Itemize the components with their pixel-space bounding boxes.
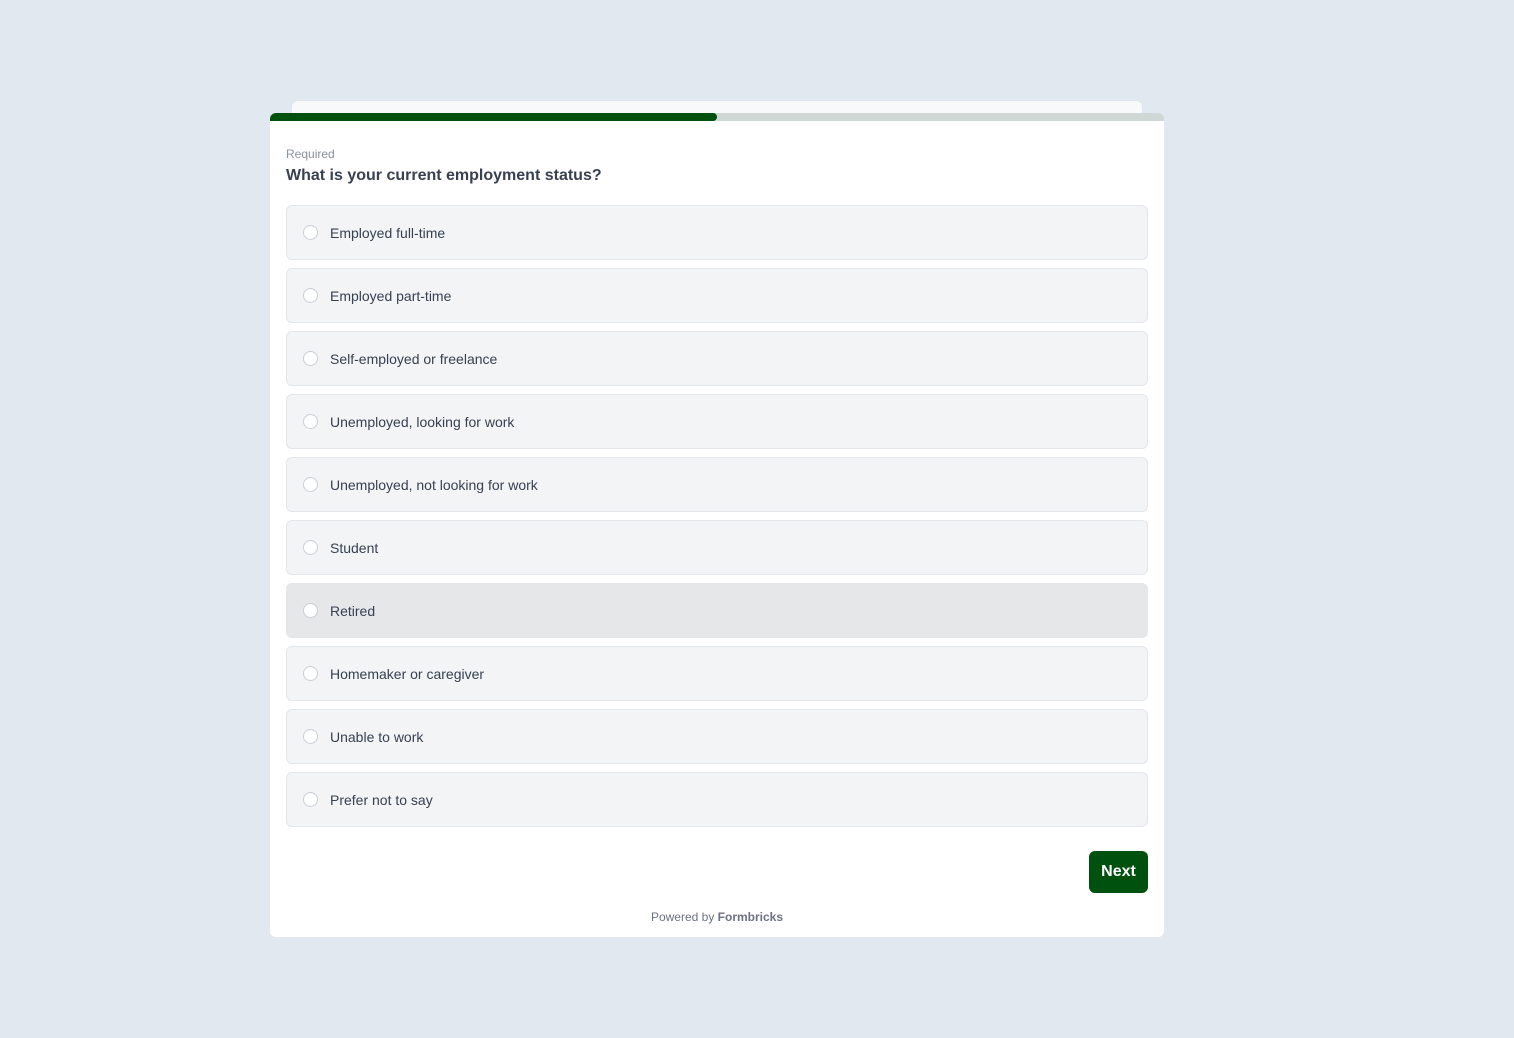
option-label: Homemaker or caregiver — [330, 665, 485, 682]
option-self-employed[interactable]: Self-employed or freelance — [286, 331, 1148, 386]
radio-button[interactable] — [303, 792, 318, 807]
option-label: Unable to work — [330, 728, 424, 745]
option-label: Unemployed, not looking for work — [330, 476, 538, 493]
survey-card: Required What is your current employment… — [270, 113, 1164, 937]
option-label: Self-employed or freelance — [330, 350, 498, 367]
options-list: Employed full-time Employed part-time Se… — [286, 205, 1148, 835]
option-employed-part-time[interactable]: Employed part-time — [286, 268, 1148, 323]
radio-button[interactable] — [303, 477, 318, 492]
radio-button[interactable] — [303, 288, 318, 303]
radio-button[interactable] — [303, 225, 318, 240]
option-retired[interactable]: Retired — [286, 583, 1148, 638]
option-label: Unemployed, looking for work — [330, 413, 515, 430]
option-unemployed-not-looking[interactable]: Unemployed, not looking for work — [286, 457, 1148, 512]
option-homemaker[interactable]: Homemaker or caregiver — [286, 646, 1148, 701]
radio-button[interactable] — [303, 414, 318, 429]
formbricks-link[interactable]: Formbricks — [718, 910, 783, 924]
progress-bar-fill — [270, 113, 717, 121]
powered-by-footer: Powered by Formbricks — [270, 910, 1164, 924]
powered-by-text: Powered by — [650, 910, 715, 924]
option-unable-to-work[interactable]: Unable to work — [286, 709, 1148, 764]
option-label: Student — [330, 539, 379, 556]
option-label: Employed full-time — [330, 224, 446, 241]
radio-button[interactable] — [303, 603, 318, 618]
radio-button[interactable] — [303, 351, 318, 366]
option-prefer-not-to-say[interactable]: Prefer not to say — [286, 772, 1148, 827]
option-label: Employed part-time — [330, 287, 452, 304]
next-button[interactable]: Next — [1089, 851, 1148, 893]
question-headline: What is your current employment status? — [286, 167, 602, 184]
option-unemployed-looking[interactable]: Unemployed, looking for work — [286, 394, 1148, 449]
radio-button[interactable] — [303, 666, 318, 681]
required-label: Required — [286, 147, 335, 161]
radio-button[interactable] — [303, 729, 318, 744]
progress-bar — [270, 113, 1164, 121]
option-employed-full-time[interactable]: Employed full-time — [286, 205, 1148, 260]
option-label: Retired — [330, 602, 376, 619]
option-label: Prefer not to say — [330, 791, 433, 808]
option-student[interactable]: Student — [286, 520, 1148, 575]
radio-button[interactable] — [303, 540, 318, 555]
